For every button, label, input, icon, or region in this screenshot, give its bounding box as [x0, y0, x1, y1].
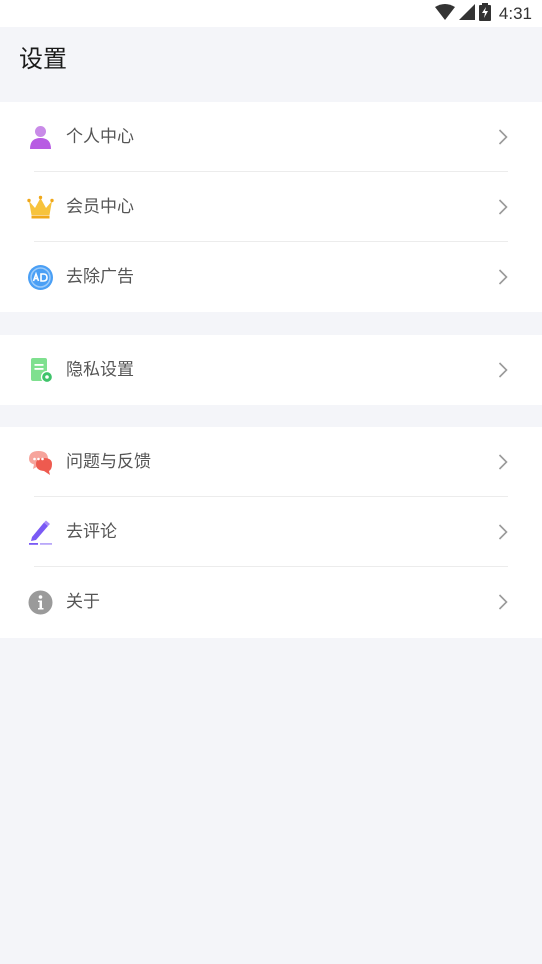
chevron-right-icon [498, 269, 508, 285]
row-label: 个人中心 [66, 127, 134, 147]
info-icon [27, 589, 54, 616]
status-bar: 4:31 [0, 0, 542, 27]
row-label: 去除广告 [66, 267, 134, 287]
row-about[interactable]: 关于 [0, 567, 542, 637]
row-label: 隐私设置 [66, 360, 134, 380]
row-privacy-settings[interactable]: 隐私设置 [0, 335, 542, 405]
chat-bubble-icon [27, 449, 54, 476]
wifi-icon [434, 4, 455, 24]
row-remove-ads[interactable]: 去除广告 [0, 242, 542, 312]
status-time: 4:31 [498, 4, 532, 23]
status-icons: 4:31 [434, 3, 532, 25]
crown-icon [27, 194, 54, 221]
chevron-right-icon [498, 199, 508, 215]
row-member-center[interactable]: 会员中心 [0, 172, 542, 242]
row-review[interactable]: 去评论 [0, 497, 542, 567]
row-label: 去评论 [66, 522, 117, 542]
page-title: 设置 [19, 45, 67, 73]
cell-signal-icon [458, 4, 475, 24]
chevron-right-icon [498, 129, 508, 145]
row-personal-center[interactable]: 个人中心 [0, 102, 542, 172]
row-label: 会员中心 [66, 197, 134, 217]
chevron-right-icon [498, 362, 508, 378]
row-feedback[interactable]: 问题与反馈 [0, 427, 542, 497]
battery-charging-icon [478, 3, 491, 25]
settings-group-other: 问题与反馈 去评论 关于 [0, 427, 542, 638]
privacy-document-icon [27, 357, 54, 384]
chevron-right-icon [498, 524, 508, 540]
header: 设置 [0, 27, 542, 102]
ad-remove-icon [27, 264, 54, 291]
chevron-right-icon [498, 454, 508, 470]
chevron-right-icon [498, 594, 508, 610]
row-label: 问题与反馈 [66, 452, 151, 472]
settings-group-privacy: 隐私设置 [0, 335, 542, 405]
row-label: 关于 [66, 592, 100, 612]
settings-group-account: 个人中心 会员中心 去除广告 [0, 102, 542, 312]
pen-icon [27, 519, 54, 546]
person-icon [27, 124, 54, 151]
